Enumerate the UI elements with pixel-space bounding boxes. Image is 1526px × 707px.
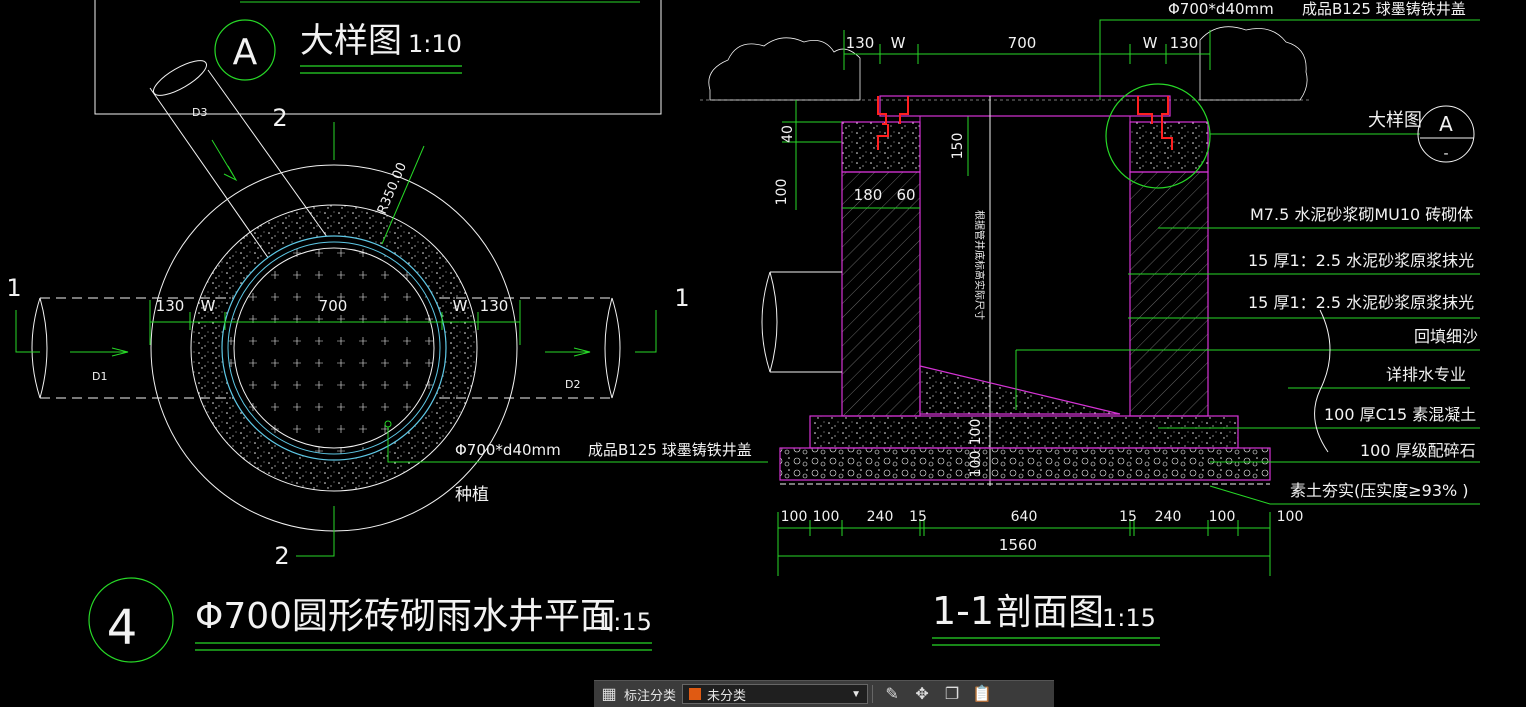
- section-detail-ref: 大样图: [1368, 110, 1422, 131]
- pipe-d3: D3: [192, 106, 207, 119]
- section-bdim-7: 100: [1209, 509, 1236, 525]
- cut-mark-right: 1: [674, 284, 689, 312]
- category-select-value: 未分类: [707, 687, 747, 703]
- plan-title: Φ700圆形砖砌雨水井平面: [195, 596, 616, 637]
- annotation-category-select[interactable]: 未分类 ▼: [682, 684, 869, 704]
- section-vertical-note: 根据管井底标高实际尺寸: [973, 210, 986, 320]
- plan-cover-note-a: Φ700*d40mm: [455, 441, 561, 459]
- section-top-note-b: 成品B125 球墨铸铁井盖: [1302, 0, 1466, 18]
- section-bdim-3: 15: [909, 509, 927, 525]
- section-top-note-a: Φ700*d40mm: [1168, 0, 1274, 18]
- section-topdim-130-r: 130: [1170, 34, 1199, 52]
- category-color-swatch: [689, 688, 702, 700]
- section-label-7: 素土夯实(压实度≥93% ): [1290, 481, 1469, 500]
- section-detail-ref-letter: A: [1439, 112, 1453, 136]
- plan-scale: 1:15: [598, 608, 652, 636]
- section-leftdim-100: 100: [774, 179, 790, 206]
- section-title: 剖面图: [996, 592, 1104, 633]
- section-bdim-8: 100: [1277, 509, 1304, 525]
- plan-dim-700: 700: [319, 297, 348, 315]
- section-bdim-1: 100: [813, 509, 840, 525]
- section-label-0: M7.5 水泥砂浆砌MU10 砖砌体: [1250, 205, 1473, 224]
- section-bdim-5: 15: [1119, 509, 1137, 525]
- section-label-6: 100 厚级配碎石: [1360, 441, 1476, 460]
- section-bdim-0: 100: [781, 509, 808, 525]
- detail-title: 大样图: [300, 21, 402, 61]
- grid-icon[interactable]: ▦: [594, 681, 624, 707]
- detail-letter: A: [233, 32, 258, 73]
- section-detail-ref-sub: -: [1443, 146, 1448, 162]
- cut-mark-bottom: 2: [274, 542, 289, 570]
- copy-icon[interactable]: ❐: [937, 681, 967, 707]
- plan-dim-w-left: W: [201, 297, 216, 315]
- section-innerdim-180: 180: [854, 186, 883, 204]
- pipe-d2: D2: [565, 378, 580, 391]
- plan-radius-label: R350.00: [375, 161, 410, 217]
- section-bdim-6: 240: [1155, 509, 1182, 525]
- section-label-1: 15 厚1：2.5 水泥砂浆原浆抹光: [1248, 251, 1474, 270]
- plan-dim-130-right: 130: [480, 297, 509, 315]
- plan-view: 130 W 700 W 130 R350.00 D1 D2 D3 1 1 2 2…: [6, 60, 768, 663]
- section-label-5: 100 厚C15 素混凝土: [1324, 405, 1476, 424]
- chevron-down-icon: ▼: [851, 688, 862, 700]
- paste-icon[interactable]: 📋: [967, 681, 997, 707]
- section-topdim-w-l: W: [891, 34, 906, 52]
- plan-number: 4: [107, 600, 138, 656]
- plan-planting: 种植: [455, 485, 489, 505]
- cut-mark-top: 2: [272, 104, 287, 132]
- detail-label-block: A 大样图 1:10: [94, 0, 662, 115]
- plan-dim-w-right: W: [453, 297, 468, 315]
- edit-icon[interactable]: ✎: [877, 681, 907, 707]
- section-view: 130 W 700 W 130 Φ700*d40mm 成品B125 球墨铸铁井盖…: [700, 0, 1480, 646]
- cad-drawing: A 大样图 1:10 130 W 700 W 130 R350.00 D1 D2…: [6, 0, 1480, 663]
- annotation-category-label: 标注分类: [624, 687, 677, 703]
- plan-dim-130-left: 130: [156, 297, 185, 315]
- section-topdim-700: 700: [1008, 34, 1037, 52]
- toolbar-divider: [872, 685, 874, 703]
- section-basedim-100-b: 100: [968, 451, 984, 478]
- section-leftdim-40: 40: [780, 125, 796, 143]
- cut-mark-left: 1: [6, 274, 21, 302]
- section-label-4: 详排水专业: [1386, 365, 1466, 384]
- section-label-2: 15 厚1：2.5 水泥砂浆原浆抹光: [1248, 293, 1474, 312]
- section-bdim-4: 640: [1011, 509, 1038, 525]
- annotation-toolbar: ▦ 标注分类 未分类 ▼ ✎ ✥ ❐ 📋: [594, 680, 1054, 707]
- section-number: 1-1: [932, 589, 994, 633]
- section-leftdim-150: 150: [950, 133, 966, 160]
- section-innerdim-60: 60: [896, 186, 915, 204]
- section-basedim-100-a: 100: [968, 419, 984, 446]
- pipe-d1: D1: [92, 370, 107, 383]
- section-topdim-w-r: W: [1143, 34, 1158, 52]
- plan-cover-note-b: 成品B125 球墨铸铁井盖: [588, 441, 752, 459]
- section-topdim-130-l: 130: [846, 34, 875, 52]
- section-bdim-2: 240: [867, 509, 894, 525]
- detail-scale: 1:10: [408, 30, 462, 58]
- section-label-3: 回填细沙: [1414, 327, 1478, 346]
- section-total-dim: 1560: [999, 536, 1037, 554]
- move-icon[interactable]: ✥: [907, 681, 937, 707]
- section-scale: 1:15: [1102, 604, 1156, 632]
